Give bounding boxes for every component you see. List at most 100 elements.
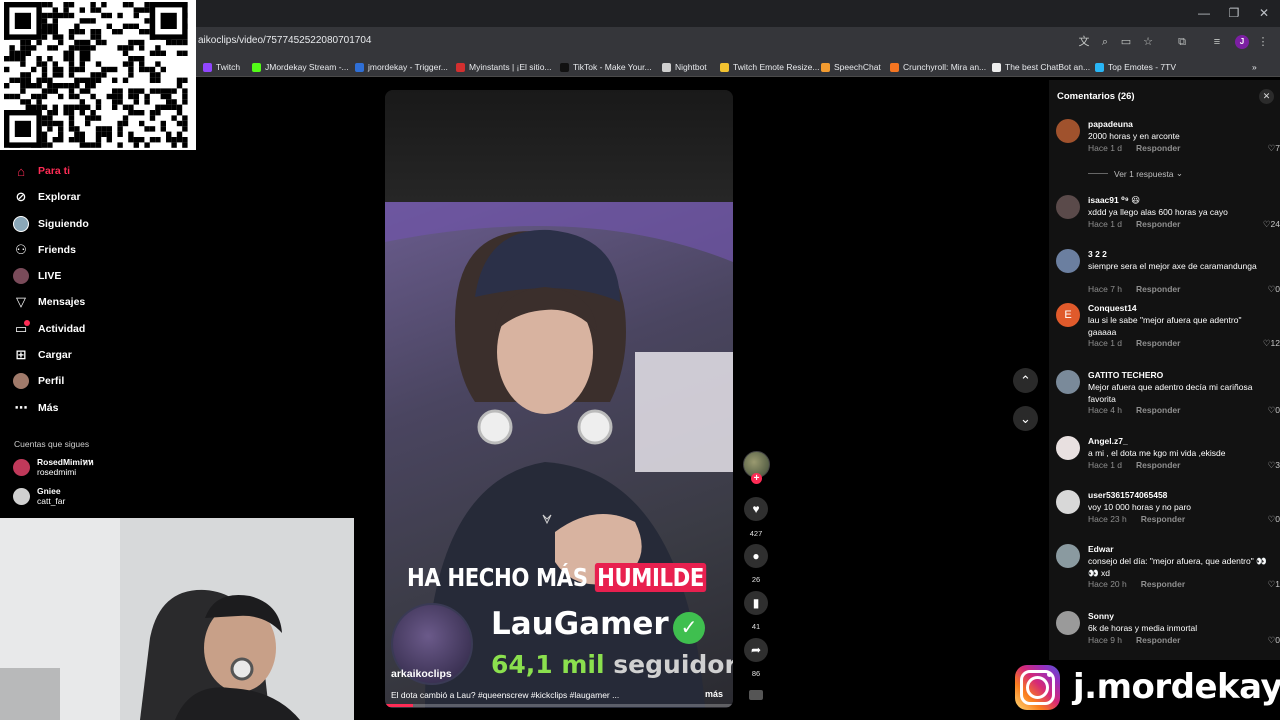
reply-button[interactable]: Responder xyxy=(1136,635,1180,645)
nav-explore[interactable]: ⊘ Explorar xyxy=(12,187,81,207)
comment-like-button[interactable]: ♡7 xyxy=(1252,143,1280,154)
comment-username[interactable]: GATITO TECHERO xyxy=(1088,370,1163,380)
url-field[interactable]: aikoclips/video/7577452522080701704 xyxy=(198,35,371,46)
video-author[interactable]: arkaikoclips xyxy=(391,668,452,680)
video-progress-bar[interactable] xyxy=(385,704,733,707)
more-button[interactable]: más xyxy=(705,689,723,699)
bookmark-item[interactable]: Myinstants | ¡El sitio... xyxy=(456,61,552,73)
reply-button[interactable]: Responder xyxy=(1136,219,1180,229)
video-progress-fill xyxy=(385,704,413,707)
comment-like-button[interactable]: ♡24 xyxy=(1252,219,1280,230)
close-window-icon[interactable]: ✕ xyxy=(1256,5,1272,21)
bookmark-item[interactable]: JMordekay Stream -... xyxy=(252,61,349,73)
view-replies-button[interactable]: Ver 1 respuesta ⌄ xyxy=(1088,168,1183,179)
instagram-handle: j.mordekay xyxy=(1073,667,1280,707)
comment-text: 2000 horas y en arconte xyxy=(1088,131,1180,141)
verified-check-icon: ✓ xyxy=(673,612,705,644)
avatar[interactable] xyxy=(1056,436,1080,460)
following-account[interactable]: Gniee catt_far xyxy=(13,486,65,506)
profile-avatar-icon xyxy=(12,372,30,390)
comment-username[interactable]: Sonny xyxy=(1088,611,1114,621)
nav-messages[interactable]: ▽ Mensajes xyxy=(12,292,85,312)
bookmark-item[interactable]: The best ChatBot an... xyxy=(992,61,1090,73)
comment-text: Mejor afuera que adentro decía mi cariño… xyxy=(1088,382,1253,404)
zoom-icon[interactable]: ⌕ xyxy=(1098,35,1112,49)
avatar[interactable] xyxy=(1056,544,1080,568)
bookmark-item[interactable]: Top Emotes - 7TV xyxy=(1095,61,1176,73)
comment-like-button[interactable]: ♡0 xyxy=(1252,405,1280,416)
avatar[interactable]: E xyxy=(1056,303,1080,327)
comment-meta: Hace 7 h Responder xyxy=(1088,284,1181,294)
extensions-icon[interactable]: ⧉ xyxy=(1175,35,1189,49)
nav-profile[interactable]: Perfil xyxy=(12,371,64,391)
translate-icon[interactable]: 文 xyxy=(1077,35,1091,49)
nav-for-you[interactable]: ⌂ Para ti xyxy=(12,161,70,181)
close-comments-icon[interactable]: ✕ xyxy=(1259,89,1274,104)
cast-icon[interactable]: ▭ xyxy=(1119,35,1133,49)
reading-list-icon[interactable]: ≡ xyxy=(1210,35,1224,49)
previous-video-button[interactable]: ⌃ xyxy=(1013,368,1038,393)
reply-button[interactable]: Responder xyxy=(1136,338,1180,348)
bookmark-item[interactable]: Crunchyroll: Mira an... xyxy=(890,61,986,73)
heart-icon: ♥ xyxy=(752,502,760,516)
next-video-button[interactable]: ⌄ xyxy=(1013,406,1038,431)
bookmark-item[interactable]: TikTok - Make Your... xyxy=(560,61,652,73)
bookmark-item[interactable]: SpeechChat xyxy=(821,61,881,73)
avatar[interactable] xyxy=(1056,490,1080,514)
nav-activity[interactable]: ▭ Actividad xyxy=(12,319,85,339)
avatar[interactable] xyxy=(1056,611,1080,635)
comment-username[interactable]: isaac91 ⁰⁹ 😆 xyxy=(1088,195,1140,206)
comment-username[interactable]: Angel.z7_ xyxy=(1088,436,1128,446)
reply-button[interactable]: Responder xyxy=(1136,143,1180,153)
avatar[interactable] xyxy=(1056,119,1080,143)
video-description: El dota cambió a Lau? #queenscrew #kickc… xyxy=(391,690,620,700)
nav-friends[interactable]: ⚇ Friends xyxy=(12,240,76,260)
nav-live[interactable]: LIVE xyxy=(12,266,61,286)
nav-upload[interactable]: ⊞ Cargar xyxy=(12,345,72,365)
restore-icon[interactable]: ❐ xyxy=(1226,5,1242,21)
comment-like-button[interactable]: ♡0 xyxy=(1252,635,1280,646)
reply-button[interactable]: Responder xyxy=(1136,460,1180,470)
bookmark-item[interactable]: jmordekay - Trigger... xyxy=(355,61,448,73)
comment-username[interactable]: user5361574065458 xyxy=(1088,490,1167,500)
comment-like-button[interactable]: ♡3 xyxy=(1252,460,1280,471)
minimize-icon[interactable]: — xyxy=(1196,5,1212,21)
share-button[interactable]: ➦ xyxy=(744,638,768,662)
live-icon xyxy=(12,267,30,285)
follow-plus-icon[interactable]: + xyxy=(751,473,762,484)
reply-button[interactable]: Responder xyxy=(1141,514,1185,524)
like-button[interactable]: ♥ xyxy=(744,497,768,521)
comment-like-button[interactable]: ♡12 xyxy=(1252,338,1280,349)
comment-like-button[interactable]: ♡1 xyxy=(1252,579,1280,590)
comment-username[interactable]: Conquest14 xyxy=(1088,303,1137,313)
browser-menu-icon[interactable]: ⋮ xyxy=(1256,35,1270,49)
bookmark-star-icon[interactable]: ☆ xyxy=(1141,35,1155,49)
avatar[interactable] xyxy=(1056,370,1080,394)
webcam-overlay xyxy=(0,518,354,720)
bookmark-item[interactable]: Twitch Emote Resize... xyxy=(720,61,819,73)
comment-like-button[interactable]: ♡0 xyxy=(1252,514,1280,525)
bookmark-item[interactable]: Nightbot xyxy=(662,61,707,73)
comment-username[interactable]: Edwar xyxy=(1088,544,1114,554)
comment-username[interactable]: 3 2 2 xyxy=(1088,249,1107,259)
save-count: 41 xyxy=(751,622,761,631)
share-count: 86 xyxy=(751,669,761,678)
avatar[interactable] xyxy=(1056,195,1080,219)
nav-following[interactable]: Siguiendo xyxy=(12,214,89,234)
reply-button[interactable]: Responder xyxy=(1136,284,1180,294)
save-button[interactable]: ▮ xyxy=(744,591,768,615)
avatar[interactable] xyxy=(1056,249,1080,273)
sound-avatar[interactable] xyxy=(749,690,763,700)
comment-button[interactable]: ● xyxy=(744,544,768,568)
following-account[interactable]: RosedMimiหห rosedmimi xyxy=(13,457,94,477)
bookmarks-overflow-icon[interactable]: » xyxy=(1252,61,1257,73)
reply-button[interactable]: Responder xyxy=(1136,405,1180,415)
profile-badge[interactable]: J xyxy=(1235,35,1249,49)
bookmark-icon: ▮ xyxy=(752,596,760,610)
comment-username[interactable]: papadeuna xyxy=(1088,119,1133,129)
bookmark-item[interactable]: Twitch xyxy=(203,61,240,73)
video-player[interactable]: HA HECHO MÁS HUMILDE LauGamer ✓ 64,1 mil… xyxy=(385,90,733,708)
nav-more[interactable]: ⋯ Más xyxy=(12,398,59,418)
reply-button[interactable]: Responder xyxy=(1141,579,1185,589)
comment-like-button[interactable]: ♡0 xyxy=(1252,284,1280,295)
